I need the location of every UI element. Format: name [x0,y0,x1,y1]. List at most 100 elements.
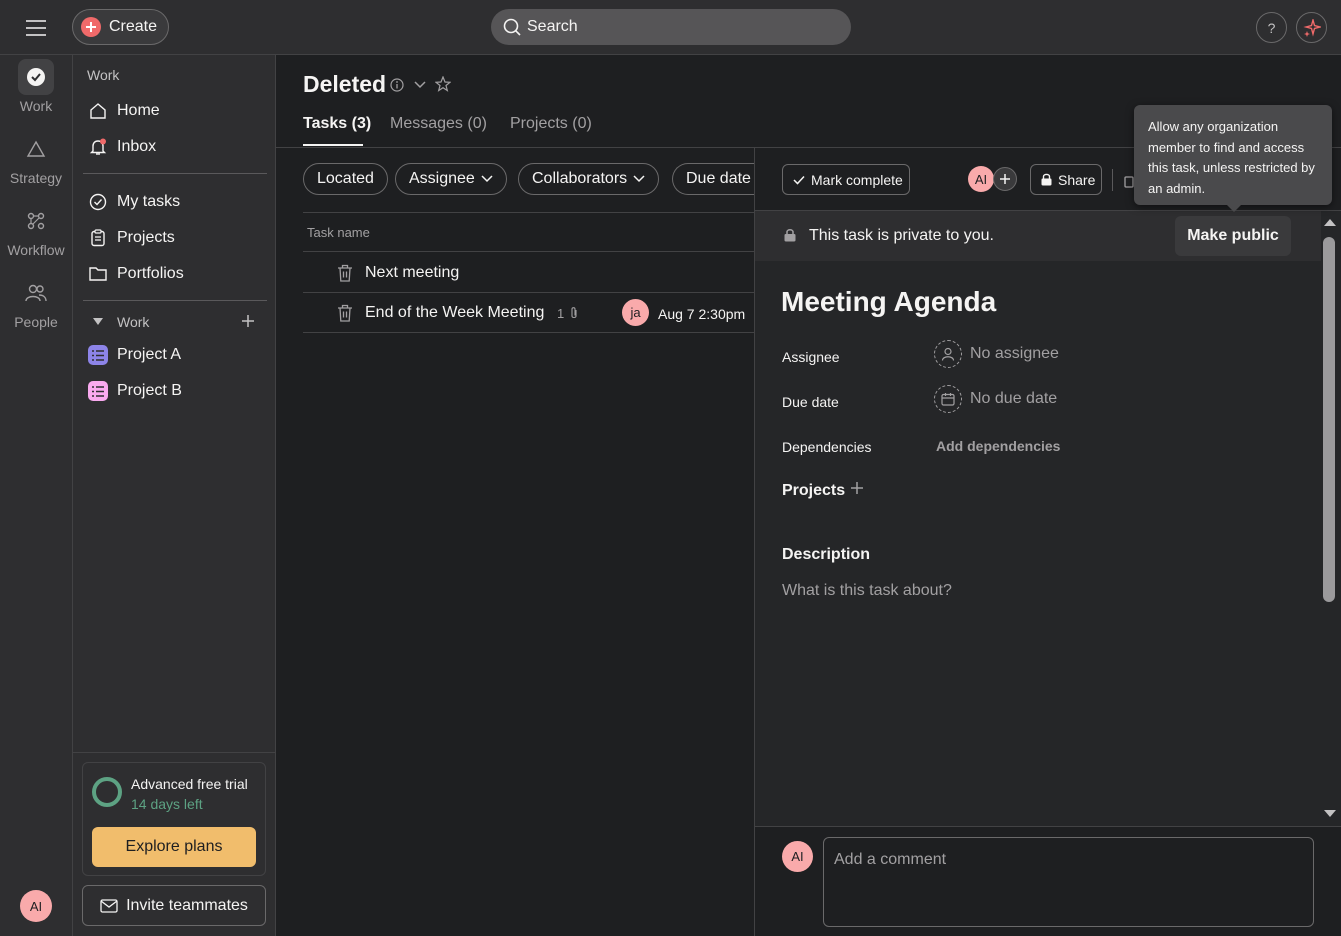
thumbs-up-icon[interactable] [1124,172,1134,188]
mark-complete-label: Mark complete [811,171,903,188]
assignee-label: Assignee [782,349,840,365]
trash-icon [337,304,353,322]
collaborator-avatar[interactable]: AI [968,166,994,192]
scroll-up-icon[interactable] [1323,217,1337,227]
workflow-icon [18,203,54,239]
task-due-date: Aug 7 2:30pm [658,306,746,322]
scroll-down-icon[interactable] [1323,809,1337,819]
add-collaborator-icon[interactable] [993,167,1017,191]
add-icon[interactable] [241,314,255,328]
share-button[interactable]: Share [1030,164,1102,195]
people-icon [18,275,54,311]
create-button[interactable]: Create [72,9,169,45]
rail-item-strategy[interactable]: Strategy [0,131,72,186]
person-icon [934,340,962,368]
rail-item-label: Strategy [9,170,63,186]
filter-assignee[interactable]: Assignee [395,163,507,195]
filter-label: Due date [686,170,751,187]
toolbar-divider [1112,169,1113,191]
scrollbar-thumb[interactable] [1323,237,1335,602]
dependencies-label: Dependencies [782,439,872,455]
user-avatar[interactable]: AI [20,890,52,922]
check-circle-icon [87,191,109,213]
info-icon[interactable] [390,78,404,92]
due-date-field[interactable]: No due date [934,385,1057,413]
sidebar-item-label: My tasks [117,193,181,210]
page-title: Deleted [303,71,387,97]
bell-icon [87,136,109,158]
sidebar-team-header[interactable]: Work [83,306,267,338]
task-title[interactable]: Meeting Agenda [781,286,996,318]
private-text: This task is private to you. [809,227,994,244]
make-public-button[interactable]: Make public [1175,216,1291,256]
rail-item-work[interactable]: Work [0,59,72,114]
mark-complete-button[interactable]: Mark complete [782,164,910,195]
sidebar-item-inbox[interactable]: Inbox [83,131,267,163]
filter-due-date[interactable]: Due date [672,163,754,195]
sidebar-item-project-b[interactable]: Project B [83,375,267,407]
trash-icon [337,264,353,282]
task-row[interactable]: End of the Week Meeting 1 ja Aug 7 2:30p… [303,293,755,333]
sidebar-item-home[interactable]: Home [83,95,267,127]
sidebar-item-projects[interactable]: Projects [83,222,267,254]
paperclip-icon [569,306,579,320]
sidebar-item-label: Projects [117,229,175,246]
comment-avatar: AI [782,841,813,872]
add-project-icon[interactable] [850,481,864,495]
task-detail-pane [754,148,1341,936]
sidebar-divider [73,752,275,753]
tab-tasks[interactable]: Tasks (3) [303,115,371,133]
comment-input[interactable]: Add a comment [823,837,1314,927]
chevron-down-icon [475,175,493,183]
help-button[interactable]: ? [1256,12,1287,43]
task-name: End of the Week Meeting [365,304,545,321]
trial-title: Advanced free trial [131,776,248,792]
sidebar-item-my-tasks[interactable]: My tasks [83,186,267,218]
attachment-count: 1 [557,306,565,321]
description-label: Description [782,546,871,563]
trial-card: Advanced free trial 14 days left Explore… [82,762,266,876]
column-task-name: Task name [307,225,370,240]
sidebar-item-project-a[interactable]: Project A [83,339,267,371]
invite-label: Invite teammates [126,896,248,914]
sidebar-item-label: Inbox [117,138,157,155]
chevron-down-icon[interactable] [414,81,426,89]
tab-messages[interactable]: Messages (0) [390,115,487,133]
tab-projects[interactable]: Projects (0) [510,115,592,133]
star-icon[interactable] [435,76,451,92]
search-icon [503,18,521,36]
assignee-avatar[interactable]: ja [622,299,649,326]
make-public-tooltip: Allow any organization member to find an… [1134,105,1332,205]
sidebar-team-label: Work [117,314,150,330]
invite-teammates-button[interactable]: Invite teammates [82,885,266,926]
list-icon [88,381,108,401]
search-input[interactable]: Search [491,9,851,45]
menu-icon[interactable] [18,14,54,42]
description-input[interactable]: What is this task about? [782,582,952,600]
filter-label: Located [317,170,374,187]
sidebar-divider [83,173,267,174]
lock-icon [784,228,796,242]
sidebar-item-portfolios[interactable]: Portfolios [83,258,267,290]
clipboard-icon [87,227,109,249]
sidebar-item-label: Portfolios [117,265,184,282]
task-row[interactable]: Next meeting [303,253,755,293]
ai-sparkle-icon[interactable] [1296,12,1327,43]
filter-label: Assignee [409,170,475,187]
add-dependencies-link[interactable]: Add dependencies [936,438,1060,454]
sidebar-section-work: Work [87,67,120,83]
chevron-down-icon [627,175,645,183]
filter-located[interactable]: Located [303,163,388,195]
assignee-field[interactable]: No assignee [934,340,1059,368]
sidebar-divider [83,300,267,301]
explore-plans-button[interactable]: Explore plans [92,827,256,867]
lock-icon [1041,173,1058,186]
caret-down-icon [87,311,109,333]
sidebar-item-label: Project B [117,382,182,399]
filter-collaborators[interactable]: Collaborators [518,163,660,195]
share-label: Share [1058,171,1096,188]
task-name: Next meeting [365,264,460,281]
rail-item-people[interactable]: People [0,275,72,330]
rail-item-workflow[interactable]: Workflow [0,203,72,258]
triangle-icon [18,131,54,167]
